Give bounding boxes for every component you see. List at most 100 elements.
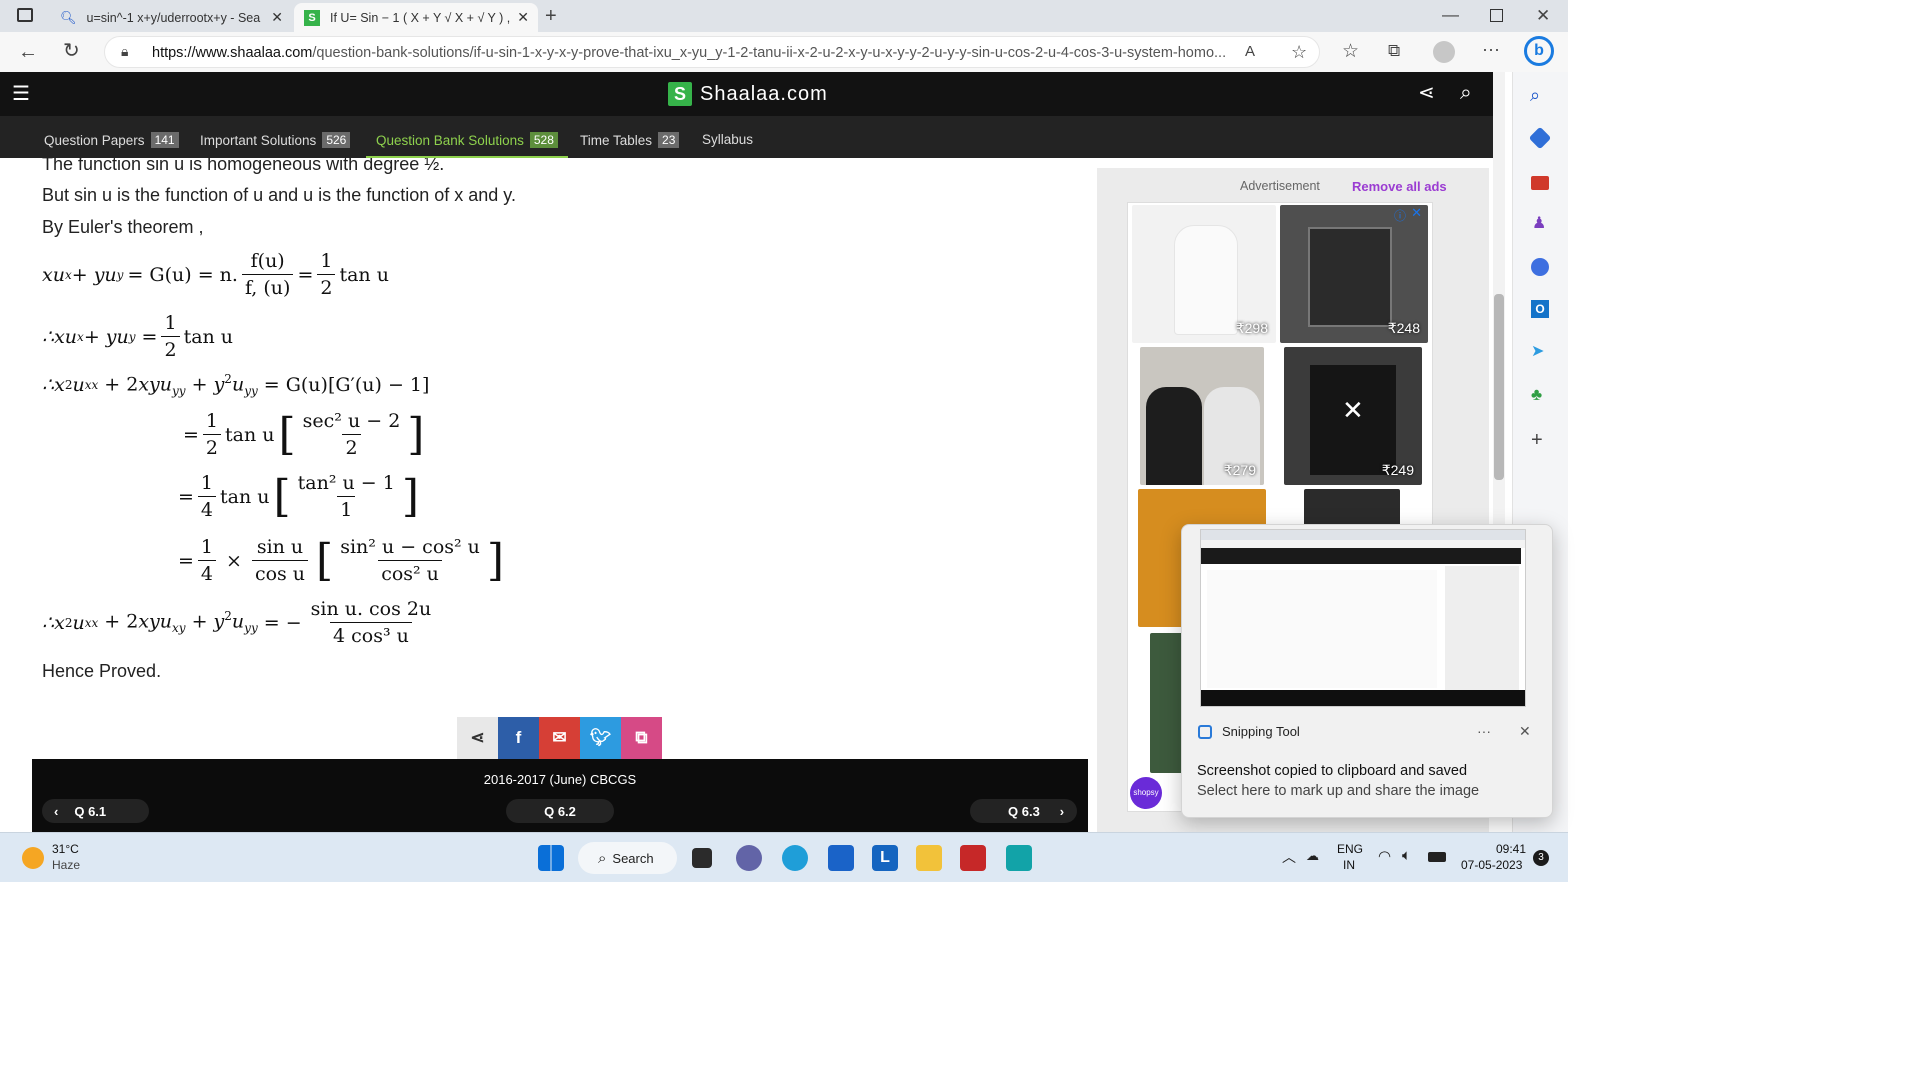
ad-price: ₹248 — [1387, 320, 1420, 336]
ad-close-icon[interactable]: ✕ — [1411, 205, 1422, 221]
screenshot-thumbnail[interactable] — [1200, 529, 1526, 707]
equation-second-order: ∴x 2 u xx + 2xyuyy + y2uyy = G(u)[G′(u) − 1… — [42, 372, 430, 399]
mcafee-icon[interactable] — [960, 845, 986, 871]
tab-shaalaa[interactable]: S If U= Sin − 1 ( X + Y √ X + √ Y ) , ✕ — [294, 3, 538, 32]
new-tab-icon[interactable]: + — [545, 6, 557, 26]
telegram-icon[interactable]: ➤ — [1531, 344, 1544, 360]
email-share-icon[interactable]: ✉ — [539, 717, 580, 759]
copy-link-icon[interactable]: ⧉ — [621, 717, 662, 759]
tools-icon[interactable] — [1531, 176, 1549, 190]
logo-mark: S — [668, 82, 692, 106]
maximize-icon[interactable] — [1490, 9, 1503, 22]
clock-time[interactable]: 09:41 — [1496, 842, 1526, 856]
nav-important-solutions[interactable]: Important Solutions 526 — [200, 132, 351, 148]
toast-title: Screenshot copied to clipboard and saved — [1197, 763, 1468, 779]
weather-condition[interactable]: Haze — [52, 858, 80, 872]
tab-title: If U= Sin − 1 ( X + Y √ X + √ Y ) , — [330, 10, 510, 25]
nav-time-tables[interactable]: Time Tables 23 — [580, 132, 680, 148]
chevron-up-icon[interactable]: ︿ — [1282, 847, 1296, 867]
add-favorite-icon[interactable]: ☆ — [1291, 43, 1307, 61]
prev-question-button[interactable]: ‹ Q 6.1 — [42, 799, 149, 823]
refresh-icon[interactable]: ↻ — [63, 41, 80, 61]
close-tab-icon[interactable]: ✕ — [271, 9, 283, 26]
search-icon: ⌕ — [598, 849, 607, 867]
nav-label: Time Tables — [580, 132, 653, 148]
l-app-icon[interactable]: L — [872, 845, 898, 871]
close-tab-icon[interactable]: ✕ — [517, 9, 529, 26]
nav-question-bank-solutions[interactable]: Question Bank Solutions 528 — [376, 132, 558, 148]
notification-badge[interactable]: 3 — [1533, 850, 1549, 866]
read-aloud-icon[interactable]: A — [1245, 44, 1255, 59]
microsoft-store-icon[interactable] — [828, 845, 854, 871]
wifi-icon[interactable]: ◠ — [1378, 847, 1391, 865]
ad-product-image — [1174, 225, 1238, 335]
volume-icon[interactable]: 🔈︎ — [1402, 847, 1411, 864]
battery-icon[interactable] — [1428, 852, 1446, 862]
network-settings-icon[interactable]: ☁ — [1306, 848, 1319, 864]
more-menu-icon[interactable]: ··· — [1482, 40, 1500, 58]
taskbar-search[interactable]: ⌕ Search — [578, 842, 677, 874]
ad-product-tile[interactable]: ✕ ₹249 — [1284, 347, 1422, 485]
task-view-icon[interactable] — [692, 848, 712, 868]
equation-step: = 12 tan u [ sec² u − 22 ] — [183, 408, 425, 460]
nav-question-papers[interactable]: Question Papers 141 — [44, 132, 179, 148]
twitter-share-icon[interactable]: 🐦︎ — [580, 717, 621, 759]
ad-product-tile[interactable]: ⓘ ✕ ₹248 — [1280, 205, 1428, 343]
toast-app-name: Snipping Tool — [1222, 724, 1300, 739]
chevron-right-icon: › — [1059, 803, 1065, 819]
tab-actions-icon[interactable] — [17, 8, 33, 22]
share-icon[interactable]: ⋖ — [457, 717, 498, 759]
teams-chat-icon[interactable] — [736, 845, 762, 871]
equation-step: = 14 tan u [ tan² u − 11 ] — [178, 470, 420, 522]
add-sidebar-icon[interactable]: + — [1531, 430, 1543, 450]
logo-text: Shaalaa.com — [700, 82, 828, 105]
sidebar-search-icon[interactable]: ⌕ — [1530, 86, 1540, 104]
close-window-icon[interactable]: ✕ — [1536, 7, 1550, 24]
toast-close-icon[interactable]: ✕ — [1519, 723, 1531, 740]
tree-icon[interactable]: ♣ — [1531, 386, 1542, 403]
minimize-icon[interactable]: — — [1442, 6, 1459, 23]
lang-line1[interactable]: ENG — [1337, 842, 1363, 856]
remove-ads-link[interactable]: Remove all ads — [1352, 179, 1447, 194]
collections-icon[interactable]: ⧉ — [1388, 42, 1400, 59]
nav-syllabus[interactable]: Syllabus — [702, 132, 753, 147]
tab-search[interactable]: 🔍︎ u=sin^-1 x+y/uderrootx+y - Sea ✕ — [50, 3, 292, 32]
ad-close-icon[interactable]: ✕ — [1342, 395, 1364, 426]
scrollbar-thumb[interactable] — [1494, 294, 1504, 480]
snipping-tool-notification[interactable]: Snipping Tool ··· ✕ Screenshot copied to… — [1181, 524, 1553, 818]
bing-copilot-icon[interactable]: b — [1524, 36, 1554, 66]
copilot-icon[interactable] — [1531, 258, 1549, 276]
lang-line2[interactable]: IN — [1343, 858, 1355, 872]
site-logo[interactable]: S Shaalaa.com — [668, 82, 828, 106]
weather-temp[interactable]: 31°C — [52, 842, 79, 856]
shopsy-logo[interactable]: shopsy — [1130, 777, 1162, 809]
favorites-icon[interactable]: ☆ — [1342, 42, 1359, 61]
ad-label: Advertisement — [1240, 179, 1320, 193]
cortana-app-icon[interactable] — [1006, 845, 1032, 871]
edge-browser-icon[interactable] — [782, 845, 808, 871]
equation-step: = 14 × sin u cos u [ sin² u − cos² u cos² … — [178, 534, 505, 586]
start-menu-icon[interactable] — [538, 845, 564, 871]
facebook-share-icon[interactable]: f — [498, 717, 539, 759]
shopping-tag-icon[interactable] — [1528, 126, 1552, 150]
back-arrow-icon[interactable]: ← — [18, 42, 38, 62]
site-search-icon[interactable]: ⌕ — [1460, 82, 1472, 103]
weather-icon[interactable] — [22, 847, 44, 869]
next-question-button[interactable]: Q 6.3 › — [970, 799, 1077, 823]
url-field[interactable]: 🔒︎ https://www.shaalaa.com/question-bank… — [104, 36, 1320, 68]
ad-info-icon[interactable]: ⓘ — [1394, 207, 1406, 224]
hamburger-menu-icon[interactable]: ☰ — [12, 84, 30, 104]
url-text: https://www.shaalaa.com/question-bank-so… — [152, 45, 1227, 61]
share-icon[interactable]: ⋖ — [1418, 83, 1435, 103]
games-icon[interactable]: ♟ — [1532, 216, 1546, 232]
outlook-icon[interactable]: O — [1531, 300, 1549, 318]
solution-text-line: By Euler's theorem , — [42, 217, 204, 237]
ad-price: ₹298 — [1235, 320, 1268, 336]
clock-date[interactable]: 07-05-2023 — [1461, 858, 1522, 872]
profile-avatar-icon[interactable] — [1433, 41, 1455, 63]
ad-product-tile[interactable]: ₹298 — [1132, 205, 1276, 343]
current-question-button[interactable]: Q 6.2 — [506, 799, 614, 823]
file-explorer-icon[interactable] — [916, 845, 942, 871]
ad-product-tile[interactable]: ₹279 — [1140, 347, 1264, 485]
toast-more-icon[interactable]: ··· — [1477, 723, 1491, 739]
